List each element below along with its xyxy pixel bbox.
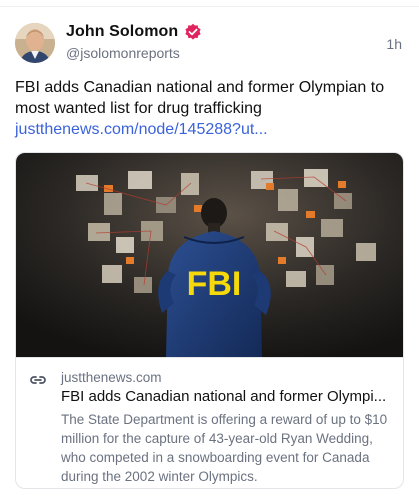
- author-handle[interactable]: @jsolomonreports: [66, 45, 180, 61]
- post-text: FBI adds Canadian national and former Ol…: [15, 77, 410, 140]
- card-domain: justthenews.com: [61, 370, 162, 385]
- post-body: FBI adds Canadian national and former Ol…: [15, 79, 385, 117]
- verified-badge-icon: [184, 23, 202, 41]
- link-icon: [29, 371, 47, 389]
- link-preview-card[interactable]: FBI justthenews.com FBI adds Canadian na…: [15, 152, 404, 489]
- post-link[interactable]: justthenews.com/node/145288?ut...: [15, 121, 268, 138]
- card-body[interactable]: justthenews.com FBI adds Canadian nation…: [16, 357, 403, 488]
- card-image[interactable]: FBI: [16, 153, 403, 357]
- card-description: The State Department is offering a rewar…: [61, 412, 388, 484]
- author-name[interactable]: John Solomon: [66, 23, 178, 41]
- post[interactable]: John Solomon @jsolomonreports 1h FBI add…: [0, 0, 419, 500]
- card-title[interactable]: FBI adds Canadian national and former Ol…: [61, 388, 391, 405]
- avatar[interactable]: [15, 23, 55, 63]
- jacket-text: FBI: [187, 265, 242, 303]
- post-time[interactable]: 1h: [386, 36, 402, 52]
- author-row: John Solomon: [66, 23, 202, 41]
